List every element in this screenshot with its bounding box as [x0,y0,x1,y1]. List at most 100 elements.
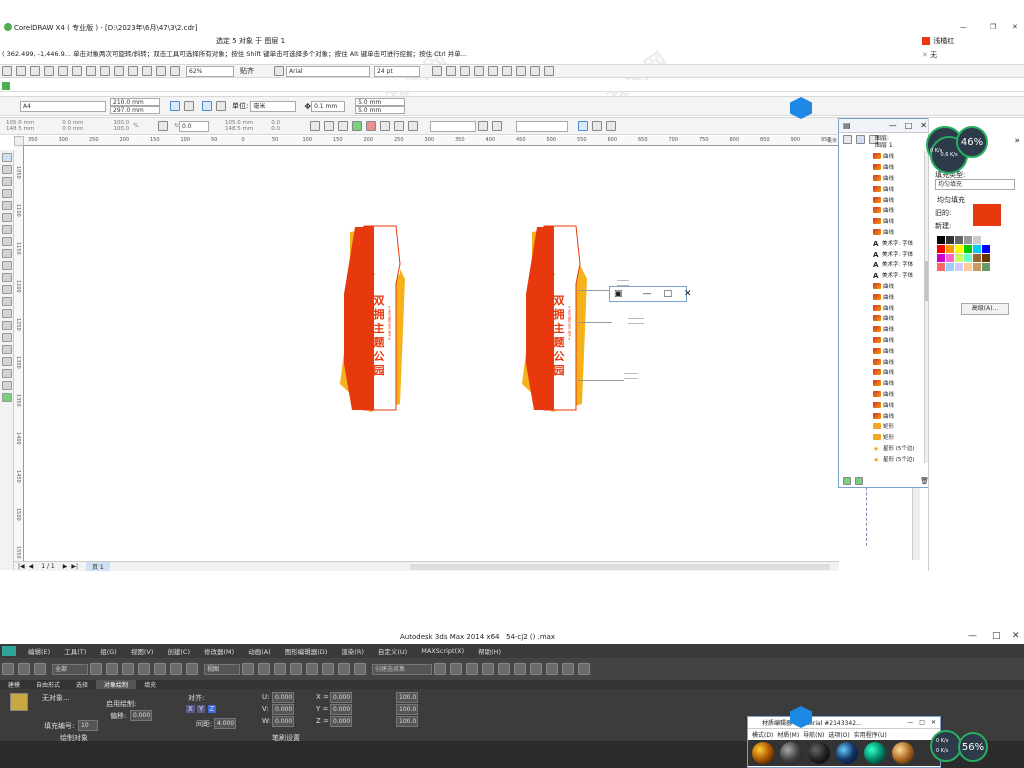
palette-swatch[interactable] [946,236,954,244]
ribbon-tab[interactable]: 建模 [0,680,28,689]
layer-view-icon[interactable] [843,135,852,144]
y-input[interactable]: 0.000 [330,704,352,715]
palette-swatch[interactable] [937,236,945,244]
table-tool-icon[interactable] [2,285,12,294]
object-list-item[interactable]: 曲线 [873,302,923,313]
material-menu-item[interactable]: 导航(N) [803,730,824,739]
object-list-item[interactable]: 矩形 [873,421,923,432]
material-menu-item[interactable]: 材质(M) [777,730,799,739]
max-close-icon[interactable]: ✕ [1012,631,1020,641]
palette-swatch[interactable] [973,236,981,244]
object-list-item[interactable]: 曲线 [873,345,923,356]
object-list-item[interactable]: 曲线 [873,227,923,238]
paint-brush-icon[interactable] [10,693,28,711]
w-input[interactable]: 0.000 [272,716,294,727]
obj-h[interactable]: 0.0 mm [62,126,83,132]
layer-manager-icon[interactable] [466,663,478,675]
page-width-input[interactable]: 210.0 mm [110,98,160,106]
max-menu-item[interactable]: 帮助(H) [478,646,501,656]
v-input[interactable]: 0.000 [272,704,294,715]
object-list-item[interactable]: 矩形 [873,432,923,443]
drawing-canvas[interactable] [24,146,867,561]
u-input[interactable]: 0.000 [272,692,294,703]
select-object-icon[interactable] [90,663,102,675]
minimize-icon[interactable]: — [960,23,967,31]
docker-minimize-icon[interactable]: — [889,121,897,130]
basic-shapes-icon[interactable] [2,261,12,270]
offset-input[interactable]: 0.000 [130,710,152,721]
object-list-item[interactable]: 曲线 [873,378,923,389]
panel-expand-icon[interactable]: » [1014,136,1020,146]
max-menu-item[interactable]: 修改器(M) [204,646,234,656]
scale-y-input[interactable]: 100.0 [396,704,418,715]
material-editor-icon[interactable] [530,663,542,675]
fill-tool-icon[interactable] [2,333,12,342]
link-icon[interactable] [2,663,14,675]
copy-icon[interactable] [72,66,82,76]
undo-icon[interactable] [100,66,110,76]
mat-minimize-icon[interactable]: — [907,719,913,726]
palette-swatch[interactable] [973,254,981,262]
palette-swatch[interactable] [964,236,972,244]
close-icon[interactable]: ✕ [1012,23,1018,31]
max-menu-item[interactable]: 创建(C) [167,646,190,656]
page-size-select[interactable]: A4 [20,100,106,112]
palette-icon[interactable] [2,82,10,90]
object-list-item[interactable]: ★ 星形 (5个边) [873,443,923,454]
max-minimize-icon[interactable]: — [968,631,977,641]
material-slot[interactable] [864,742,886,764]
font-name-select[interactable]: Arial [286,65,370,77]
save-icon[interactable] [30,66,40,76]
selection-filter-select[interactable]: 全部 [52,663,88,675]
max-menu-item[interactable]: 动画(A) [248,646,271,656]
outline-tool-icon[interactable] [2,321,12,330]
sign-left[interactable]: ★ 双 拥 主 题 公 园 ★ 军民团结 鱼水情深 ★ [360,224,402,414]
text-props-icon[interactable] [502,66,512,76]
object-list-item[interactable]: 曲线 [873,205,923,216]
prev-page-icon[interactable]: ◀ [29,563,34,570]
zoom-tool-icon[interactable] [2,189,12,198]
group-icon[interactable] [408,121,418,131]
render-setup-icon[interactable] [546,663,558,675]
welcome-icon[interactable] [170,66,180,76]
font-size-select[interactable]: 24 pt [374,65,420,77]
shape-tool-icon[interactable] [2,165,12,174]
fill-type-select[interactable]: 均匀填充 [935,179,1015,190]
eyedropper-icon[interactable] [2,309,12,318]
all-pages-icon[interactable] [202,101,212,111]
ruler-origin[interactable] [14,136,24,146]
palette-swatch[interactable] [982,236,990,244]
palette-swatch[interactable] [937,254,945,262]
palette-swatch[interactable] [946,245,954,253]
interactive-fill-icon[interactable] [2,345,12,354]
object-list-item[interactable]: 曲线 [873,291,923,302]
snap-label[interactable]: 贴齐 [240,66,254,76]
object-list-item[interactable]: 曲线 [873,335,923,346]
palette-swatch[interactable] [955,236,963,244]
object-list-item[interactable]: 曲线 [873,173,923,184]
ribbon-tab[interactable]: 对象绘制 [96,680,137,689]
landscape-icon[interactable] [184,101,194,111]
align-icon[interactable] [450,663,462,675]
green-tool-icon[interactable] [2,393,12,402]
object-list-item[interactable]: 曲线 [873,194,923,205]
maximize-icon[interactable]: ❐ [990,23,996,31]
redo-icon[interactable] [114,66,124,76]
object-list-item[interactable]: 曲线 [873,410,923,421]
export-icon[interactable] [142,66,152,76]
object-list-item[interactable]: 曲线 [873,216,923,227]
percent-snap-icon[interactable] [322,663,334,675]
material-slot[interactable] [808,742,830,764]
ribbon-tab[interactable]: 选择 [68,680,96,689]
object-list-item[interactable]: 曲线 [873,367,923,378]
spinner-snap-icon[interactable] [338,663,350,675]
object-list-item[interactable]: 曲线 [873,281,923,292]
window-crossing-icon[interactable] [138,663,150,675]
portrait-icon[interactable] [170,101,180,111]
palette-swatch[interactable] [937,245,945,253]
bullet-icon[interactable] [488,66,498,76]
material-menu-item[interactable]: 模式(D) [752,730,773,739]
rotate-icon[interactable] [170,663,182,675]
open-icon[interactable] [16,66,26,76]
max-menu-item[interactable]: 编辑(E) [28,646,50,656]
